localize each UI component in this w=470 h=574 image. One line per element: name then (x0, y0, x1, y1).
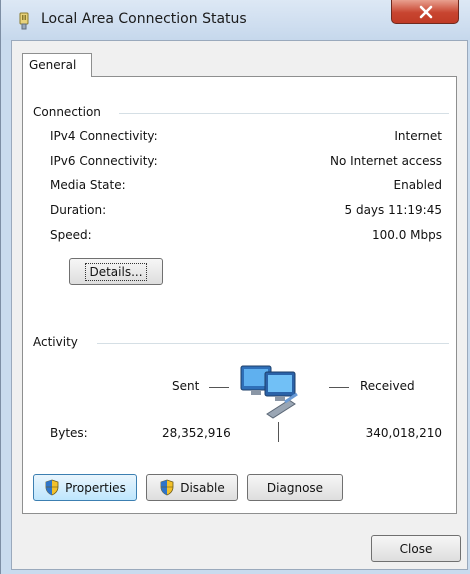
close-window-button[interactable] (391, 0, 459, 24)
network-computers-icon (240, 365, 298, 419)
media-state-label: Media State: (50, 178, 126, 192)
tab-general[interactable]: General (22, 53, 92, 77)
activity-group-label: Activity (33, 335, 78, 349)
duration-label: Duration: (50, 203, 107, 217)
media-state-value: Enabled (393, 178, 443, 192)
network-adapter-icon (19, 12, 29, 30)
sent-connector-line (209, 387, 229, 388)
dialog-client-area: General Connection IPv4 Connectivity: In… (11, 40, 468, 570)
status-window: Local Area Connection Status General Con… (0, 0, 470, 574)
sent-label: Sent (172, 379, 200, 393)
details-button[interactable]: Details... (69, 258, 163, 285)
diagnose-button[interactable]: Diagnose (247, 474, 343, 501)
duration-value: 5 days 11:19:45 (344, 203, 442, 217)
general-tab-panel: Connection IPv4 Connectivity: Internet I… (22, 76, 457, 514)
tab-general-label: General (29, 58, 77, 72)
bytes-label: Bytes: (50, 426, 88, 440)
properties-button-label: Properties (65, 480, 126, 495)
close-icon (419, 5, 433, 19)
ipv4-connectivity-value: Internet (394, 129, 442, 143)
disable-button-label: Disable (180, 480, 225, 495)
uac-shield-icon (45, 479, 59, 496)
title-bar[interactable]: Local Area Connection Status (1, 0, 470, 40)
details-button-label: Details... (85, 262, 147, 281)
bytes-divider (278, 422, 279, 442)
activity-group-divider (97, 343, 449, 344)
close-button[interactable]: Close (371, 535, 461, 562)
close-button-label: Close (399, 541, 433, 556)
ipv4-connectivity-label: IPv4 Connectivity: (50, 129, 158, 143)
diagnose-button-label: Diagnose (266, 480, 324, 495)
ipv6-connectivity-value: No Internet access (329, 154, 442, 168)
speed-label: Speed: (50, 228, 92, 242)
connection-group-label: Connection (33, 105, 101, 119)
window-title: Local Area Connection Status (41, 11, 247, 27)
properties-button[interactable]: Properties (33, 474, 137, 501)
bytes-sent-value: 28,352,916 (162, 426, 231, 440)
ipv6-connectivity-label: IPv6 Connectivity: (50, 154, 158, 168)
uac-shield-icon (160, 479, 174, 496)
connection-group-divider (119, 113, 449, 114)
speed-value: 100.0 Mbps (371, 228, 442, 242)
received-label: Received (360, 379, 415, 393)
bytes-received-value: 340,018,210 (365, 426, 442, 440)
received-connector-line (329, 387, 349, 388)
disable-button[interactable]: Disable (146, 474, 238, 501)
